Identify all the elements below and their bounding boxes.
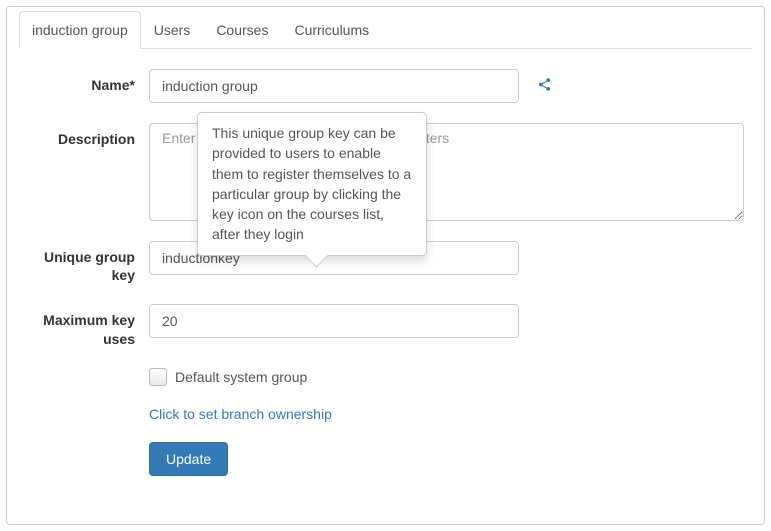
default-group-label: Default system group xyxy=(175,369,307,385)
name-label: Name* xyxy=(19,69,149,94)
unique-key-label: Unique group key xyxy=(19,241,149,284)
tab-curriculums[interactable]: Curriculums xyxy=(281,11,382,49)
description-label: Description xyxy=(19,123,149,148)
group-settings-panel: induction group Users Courses Curriculum… xyxy=(6,6,765,525)
branch-ownership-link[interactable]: Click to set branch ownership xyxy=(149,406,332,422)
update-button[interactable]: Update xyxy=(149,442,228,476)
max-uses-input[interactable] xyxy=(149,304,519,338)
unique-key-tooltip: This unique group key can be provided to… xyxy=(197,112,427,256)
tabs-bar: induction group Users Courses Curriculum… xyxy=(19,7,752,49)
default-group-checkbox[interactable] xyxy=(149,368,167,386)
name-input[interactable] xyxy=(149,69,519,103)
tab-group[interactable]: induction group xyxy=(19,11,141,49)
tab-users[interactable]: Users xyxy=(141,11,204,49)
tab-courses[interactable]: Courses xyxy=(203,11,281,49)
max-uses-label: Maximum key uses xyxy=(19,304,149,347)
share-icon[interactable] xyxy=(537,77,552,96)
